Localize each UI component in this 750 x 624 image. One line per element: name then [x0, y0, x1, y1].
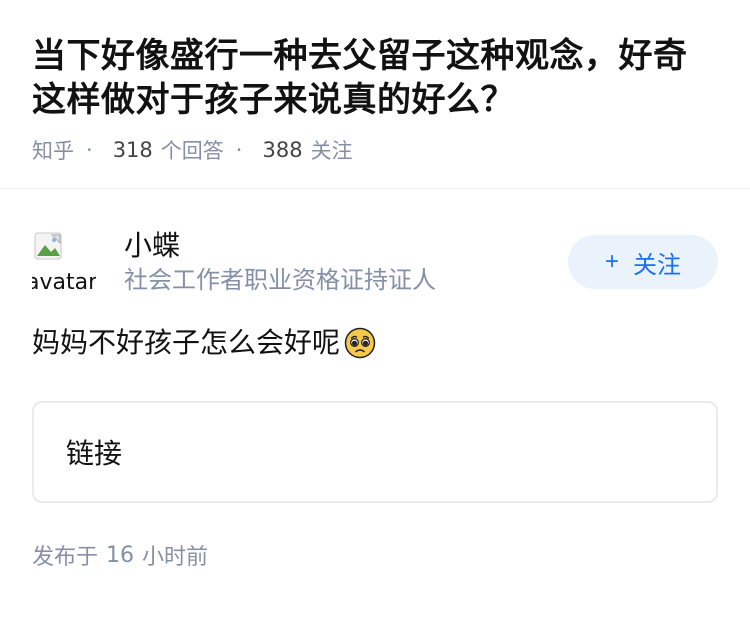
published-suffix: 小时前: [142, 545, 209, 570]
answer-count-label[interactable]: 个回答: [161, 135, 224, 165]
author-name[interactable]: 小蝶: [124, 228, 568, 264]
pleading-face-icon: [344, 327, 376, 359]
author-bio: 社会工作者职业资格证持证人: [124, 266, 436, 294]
author-info: 小蝶 社会工作者职业资格证持证人: [124, 228, 568, 296]
answer-text: 妈妈不好孩子怎么会好呢: [32, 326, 341, 359]
separator-dot: ·: [86, 138, 93, 162]
answer-count: 318: [112, 138, 153, 162]
published-number: 16: [106, 542, 135, 568]
link-card[interactable]: 链接: [32, 401, 718, 503]
separator-dot: ·: [235, 138, 243, 162]
plus-icon: +: [604, 248, 619, 275]
author-row: avatar 小蝶 社会工作者职业资格证持证人 + 关注: [0, 189, 750, 299]
answer-content: 妈妈不好孩子怎么会好呢: [0, 299, 750, 363]
link-card-label: 链接: [66, 437, 123, 470]
follow-button[interactable]: + 关注: [568, 235, 718, 289]
question-title[interactable]: 当下好像盛行一种去父留子这种观念，好奇这样做对于孩子来说真的好么？: [32, 34, 718, 122]
question-meta: 知乎 · 318 个回答 · 388 关注: [32, 135, 718, 165]
avatar[interactable]: avatar: [32, 230, 96, 294]
publish-info: 发布于 16 小时前: [0, 503, 750, 571]
avatar-alt-text: avatar: [32, 270, 96, 294]
question-header: 当下好像盛行一种去父留子这种观念，好奇这样做对于孩子来说真的好么？ 知乎 · 3…: [0, 0, 750, 165]
source-label[interactable]: 知乎: [32, 135, 74, 165]
follower-count: 388: [262, 138, 303, 162]
follow-label: 关注: [633, 251, 681, 279]
broken-image-icon: [34, 232, 62, 260]
follower-count-label: 关注: [310, 139, 353, 163]
published-prefix: 发布于: [32, 545, 99, 570]
